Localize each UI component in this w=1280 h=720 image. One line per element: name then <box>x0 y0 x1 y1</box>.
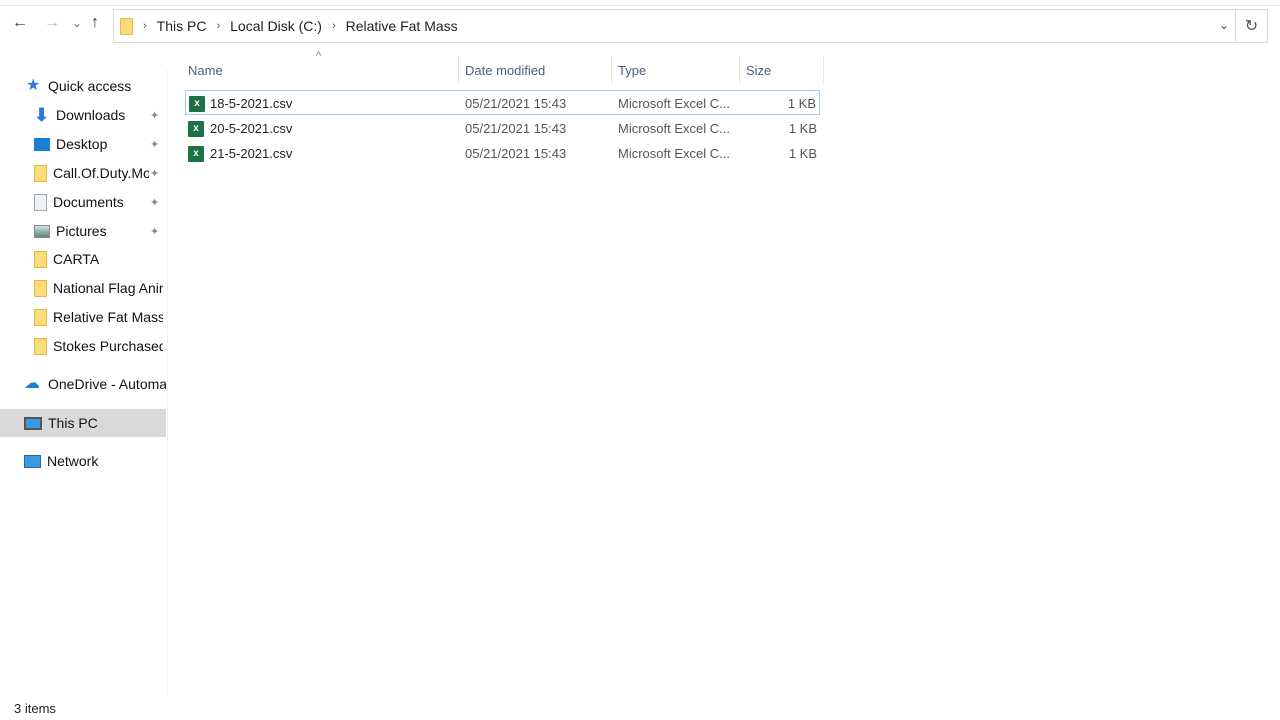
excel-csv-icon: x <box>188 121 204 137</box>
sidebar-item-label: OneDrive - Automation <box>48 376 166 392</box>
sidebar-item-desktop[interactable]: Desktop ✦ <box>34 130 166 158</box>
folder-icon <box>34 279 47 297</box>
pin-icon[interactable]: ✦ <box>150 196 159 209</box>
sidebar-item-label: Relative Fat Mass (R) <box>53 309 163 325</box>
file-type: Microsoft Excel C... <box>618 146 730 161</box>
pin-icon[interactable]: ✦ <box>150 167 159 180</box>
desktop-icon <box>34 137 50 151</box>
folder-icon <box>34 164 47 182</box>
sidebar-item-stokes[interactable]: Stokes Purchased o <box>34 332 166 360</box>
sidebar-item-downloads[interactable]: ⬇ Downloads ✦ <box>34 101 166 129</box>
file-name: 21-5-2021.csv <box>210 146 293 161</box>
star-icon: ★ <box>26 77 41 94</box>
sidebar-item-pictures[interactable]: Pictures ✦ <box>34 217 166 245</box>
sidebar-item-label: Quick access <box>48 78 132 94</box>
computer-icon <box>24 416 42 430</box>
sidebar-item-documents[interactable]: Documents ✦ <box>34 188 166 216</box>
file-date: 05/21/2021 15:43 <box>465 121 567 136</box>
sidebar-item-onedrive[interactable]: ☁ OneDrive - Automation <box>24 370 166 398</box>
sidebar-item-label: Call.Of.Duty.Modern <box>53 165 149 181</box>
sidebar-item-this-pc[interactable]: This PC <box>0 409 166 437</box>
column-header-size[interactable]: Size <box>740 56 824 84</box>
column-header-type[interactable]: Type <box>612 56 740 84</box>
navigation-pane: ★ Quick access ⬇ Downloads ✦ Desktop ✦ Call.… <box>0 70 168 695</box>
excel-csv-icon: x <box>188 146 204 162</box>
sidebar-item-national-flag[interactable]: National Flag Animation <box>34 274 166 302</box>
file-type: Microsoft Excel C... <box>618 121 730 136</box>
sidebar-item-label: National Flag Animation <box>53 280 163 296</box>
chevron-down-icon[interactable]: ⌄ <box>1219 18 1229 32</box>
file-size: 1 KB <box>788 146 817 161</box>
sidebar-item-label: This PC <box>48 415 98 431</box>
breadcrumb-separator: › <box>331 20 336 32</box>
sidebar-item-label: Documents <box>53 194 124 210</box>
address-bar[interactable]: › This PC › Local Disk (C:) › Relative F… <box>113 9 1236 43</box>
pictures-icon <box>34 224 50 238</box>
sidebar-item-label: Stokes Purchased o <box>53 338 163 354</box>
file-name: 18-5-2021.csv <box>210 96 293 111</box>
file-size: 1 KB <box>788 121 817 136</box>
documents-icon <box>34 193 47 211</box>
file-date: 05/21/2021 15:43 <box>465 96 567 111</box>
file-size: 1 KB <box>787 96 816 111</box>
network-icon <box>24 454 41 468</box>
forward-button[interactable]: → <box>44 14 60 32</box>
column-header-name[interactable]: Name <box>180 56 459 84</box>
sidebar-item-relative-fat-mass[interactable]: Relative Fat Mass (R) <box>34 303 166 331</box>
up-button[interactable]: ↑ <box>91 14 99 32</box>
excel-csv-icon: x <box>189 96 205 112</box>
file-row[interactable]: x 20-5-2021.csv 05/21/2021 15:43 Microso… <box>185 116 820 141</box>
breadcrumb-this-pc[interactable]: This PC <box>157 18 207 34</box>
folder-icon <box>34 337 47 355</box>
file-date: 05/21/2021 15:43 <box>465 146 567 161</box>
file-name: 20-5-2021.csv <box>210 121 293 136</box>
folder-icon <box>34 250 47 268</box>
folder-icon <box>120 17 133 35</box>
file-type: Microsoft Excel C... <box>618 96 730 111</box>
sidebar-item-call-of-duty[interactable]: Call.Of.Duty.Modern✦ <box>34 159 166 187</box>
pin-icon[interactable]: ✦ <box>150 225 159 238</box>
back-button[interactable]: ← <box>12 14 28 32</box>
sidebar-item-network[interactable]: Network <box>24 447 166 475</box>
download-arrow-icon: ⬇ <box>34 105 50 125</box>
sidebar-item-label: Network <box>47 453 99 469</box>
breadcrumb-separator: › <box>216 20 221 32</box>
recent-locations-button[interactable]: ⌄ <box>72 16 82 30</box>
breadcrumb-local-disk[interactable]: Local Disk (C:) <box>230 18 322 34</box>
breadcrumb-relative-fat-mass[interactable]: Relative Fat Mass <box>346 18 458 34</box>
cloud-icon: ☁ <box>24 375 40 392</box>
sidebar-item-quick-access[interactable]: ★ Quick access <box>26 72 192 100</box>
folder-icon <box>34 308 47 326</box>
breadcrumb-separator: › <box>143 20 147 32</box>
column-headers: ^ Name Date modified Type Size <box>180 50 825 84</box>
file-row[interactable]: x 21-5-2021.csv 05/21/2021 15:43 Microso… <box>185 141 820 166</box>
pin-icon[interactable]: ✦ <box>150 138 159 151</box>
sidebar-item-carta[interactable]: CARTA <box>34 245 166 273</box>
refresh-button[interactable]: ↻ <box>1236 9 1268 43</box>
title-bar-edge <box>0 0 1280 6</box>
sidebar-item-label: CARTA <box>53 251 100 267</box>
file-row[interactable]: x 18-5-2021.csv 05/21/2021 15:43 Microso… <box>185 90 820 115</box>
status-bar-item-count: 3 items <box>14 701 56 716</box>
pin-icon[interactable]: ✦ <box>150 109 159 122</box>
column-header-date[interactable]: Date modified <box>459 56 612 84</box>
